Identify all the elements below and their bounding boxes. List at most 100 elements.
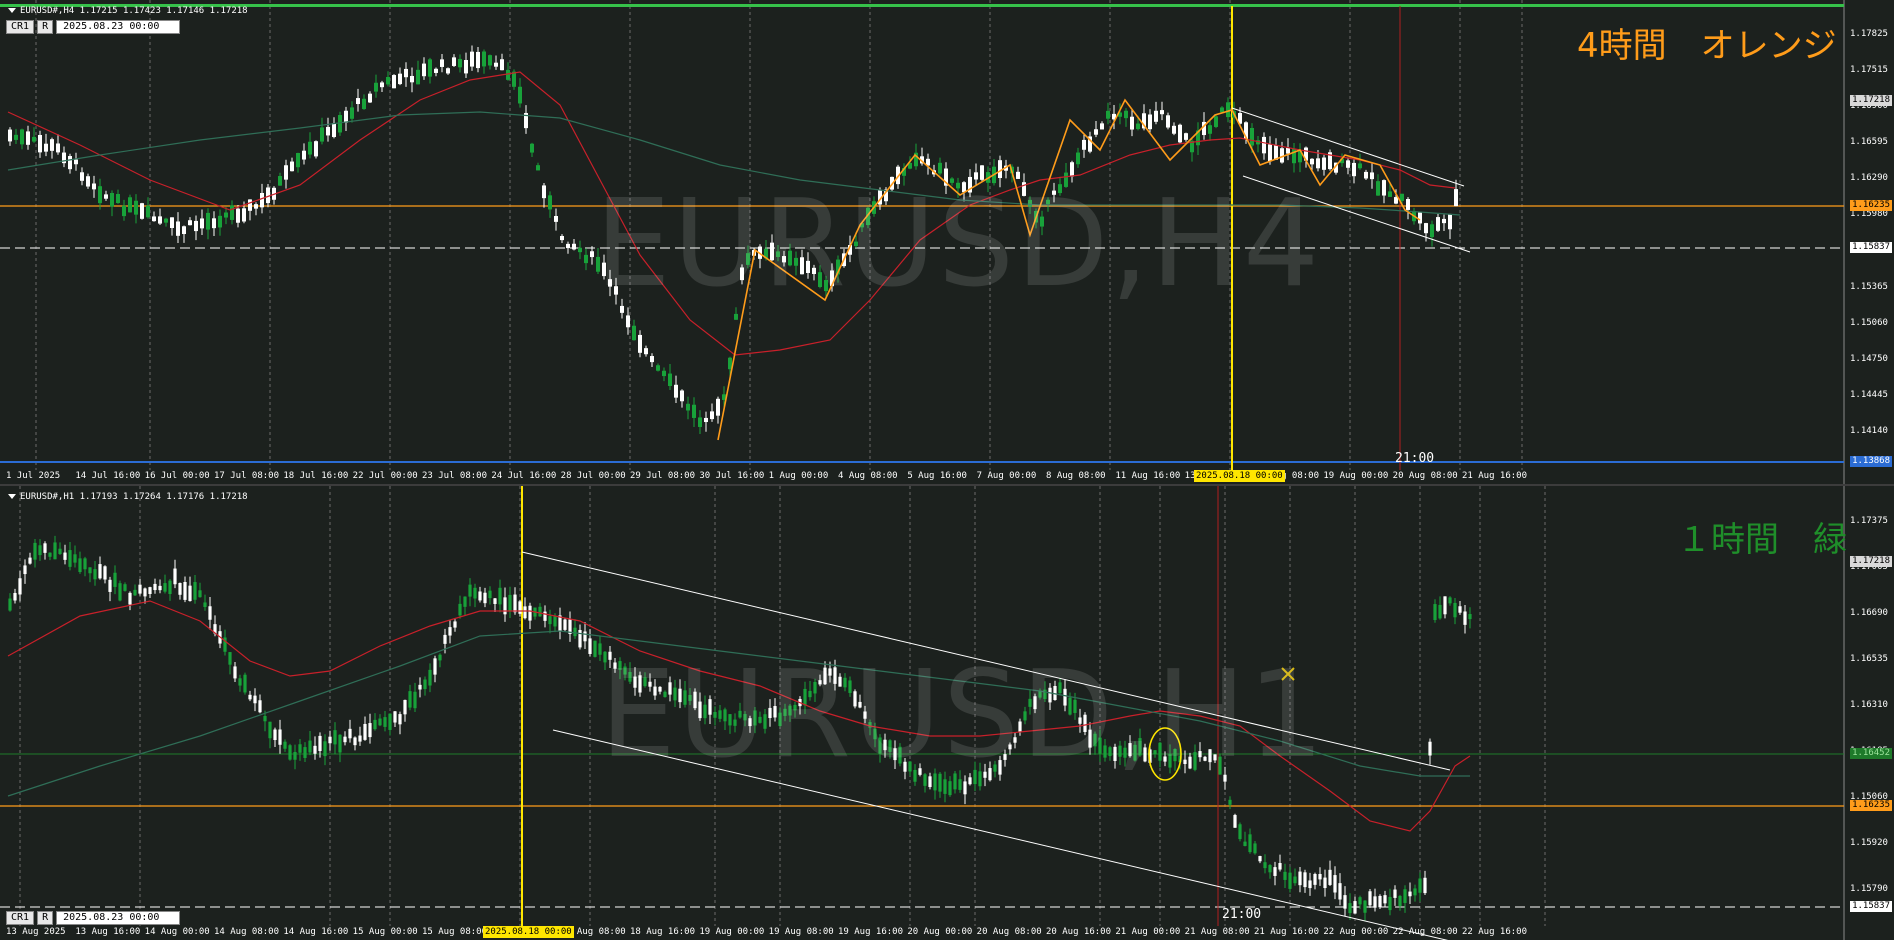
h4-candle: [32, 136, 36, 142]
h1-candle: [23, 565, 27, 575]
h1-candle: [643, 677, 647, 687]
h4-candle: [1424, 223, 1428, 234]
h4-candle: [710, 411, 714, 420]
h1-time-tick: 14 Aug 16:00: [283, 927, 349, 937]
h1-time-tick: 13 Aug 16:00: [75, 927, 141, 937]
h4-candle: [92, 183, 96, 190]
h4-candle: [224, 212, 228, 218]
h4-candle: [620, 305, 624, 313]
h4-bottom-level-tag: 1.13868: [1850, 456, 1892, 467]
h4-candle: [434, 68, 438, 73]
h4-r-button[interactable]: R: [37, 20, 54, 34]
h1-candle: [1263, 862, 1267, 869]
h1-candle: [548, 616, 552, 625]
h1-candle: [1348, 903, 1352, 914]
h1-candle: [833, 667, 837, 684]
h4-candle: [128, 197, 132, 213]
h4-date-field[interactable]: 2025.08.23 00:00: [56, 20, 181, 34]
h4-candle: [284, 165, 288, 180]
h4-price-tick: 1.14445: [1850, 389, 1888, 400]
h1-time-tick: 14 Aug 08:00: [214, 927, 280, 937]
h4-candle: [1442, 218, 1446, 224]
h1-candle: [1193, 752, 1197, 770]
h1-candle: [1343, 895, 1347, 909]
h4-candle: [182, 226, 186, 235]
h1-candle: [963, 781, 967, 795]
h1-chart-controls: CR1 R 2025.08.23 00:00: [6, 911, 181, 925]
h1-candle: [878, 737, 882, 754]
h4-candle: [470, 51, 474, 67]
h4-candle: [1070, 162, 1074, 177]
h4-candle: [344, 110, 348, 123]
h1-candle: [1433, 604, 1437, 621]
h1-candle: [1328, 869, 1332, 885]
h1-candle: [678, 688, 682, 703]
h4-candle: [1166, 115, 1170, 128]
h4-candle: [266, 187, 270, 204]
h4-candle: [530, 143, 534, 153]
h4-chart-panel[interactable]: EURUSD#,H4 1.17215 1.17423 1.17146 1.172…: [0, 0, 1894, 484]
h1-price-axis[interactable]: 1.173751.170051.166901.165351.163101.161…: [1844, 486, 1894, 926]
h4-price-axis[interactable]: 1.17825 1.17515 1.16900 1.16595 1.16290 1.159…: [1844, 0, 1894, 470]
h4-candle: [584, 254, 588, 264]
h1-red-line-time-label: 21:00: [1222, 907, 1262, 922]
h1-candle: [483, 592, 487, 604]
h1-candle: [508, 594, 512, 611]
h1-candle: [1463, 611, 1467, 625]
collapse-triangle-icon[interactable]: [8, 8, 16, 13]
h1-candle: [468, 584, 472, 597]
h4-cr1-button[interactable]: CR1: [6, 20, 35, 34]
h1-time-axis[interactable]: 13 Aug 2025 13 Aug 16:00 14 Aug 00:00 14 Au…: [0, 926, 1844, 940]
h1-candle: [293, 751, 297, 760]
h4-candle: [794, 257, 798, 266]
h1-candle: [1363, 900, 1367, 913]
h4-candle: [248, 199, 252, 211]
h1-candle: [848, 680, 852, 693]
h1-date-field[interactable]: 2025.08.23 00:00: [56, 911, 181, 925]
h1-candle: [1358, 897, 1362, 905]
h4-price-tick: 1.14750: [1850, 353, 1888, 364]
h1-candle: [1268, 865, 1272, 873]
h4-candle: [308, 141, 312, 155]
h1-candle: [368, 723, 372, 738]
h1-cr1-button[interactable]: CR1: [6, 911, 35, 925]
h1-candle: [1308, 880, 1312, 889]
h1-candle: [703, 704, 707, 719]
h1-chart-canvas[interactable]: [0, 486, 1894, 940]
h4-candle: [1280, 148, 1284, 163]
h4-candle: [1310, 158, 1314, 165]
h4-candle: [374, 82, 378, 92]
h1-candle: [363, 723, 367, 740]
h1-candle: [528, 605, 532, 621]
h1-candle: [33, 542, 37, 560]
h4-time-axis[interactable]: 1 Jul 2025 14 Jul 16:00 16 Jul 00:00 17 Jul…: [0, 470, 1844, 484]
h1-r-button[interactable]: R: [37, 911, 54, 925]
h1-candle: [1253, 843, 1257, 854]
h4-candle: [1184, 133, 1188, 140]
h1-candle: [383, 717, 387, 727]
h4-candle: [1358, 163, 1362, 169]
h1-candle: [248, 694, 252, 700]
h4-candle: [662, 370, 666, 377]
h1-candle: [478, 591, 482, 601]
h1-candle: [1093, 733, 1097, 747]
h4-candle: [494, 62, 498, 67]
h4-candle: [86, 176, 90, 187]
h1-candle: [1238, 824, 1242, 840]
collapse-triangle-icon[interactable]: [8, 494, 16, 499]
h1-chart-panel[interactable]: EURUSD#,H1 1.17193 1.17264 1.17176 1.172…: [0, 486, 1894, 940]
h1-candle: [1448, 597, 1452, 604]
h4-candle: [1406, 199, 1410, 210]
h1-candle: [893, 748, 897, 761]
h1-candle: [1068, 697, 1072, 715]
h1-candle: [173, 568, 177, 585]
h1-candle: [123, 584, 127, 591]
h4-chart-canvas[interactable]: [0, 0, 1894, 484]
h4-time-tick: 21 Aug 16:00: [1462, 471, 1528, 481]
h4-chart-controls: CR1 R 2025.08.23 00:00: [6, 20, 181, 34]
h1-candle: [888, 740, 892, 752]
h4-channel-upper: [1231, 107, 1465, 187]
h1-candle: [238, 678, 242, 686]
h1-candle: [1048, 687, 1052, 703]
h1-candle: [1368, 891, 1372, 906]
